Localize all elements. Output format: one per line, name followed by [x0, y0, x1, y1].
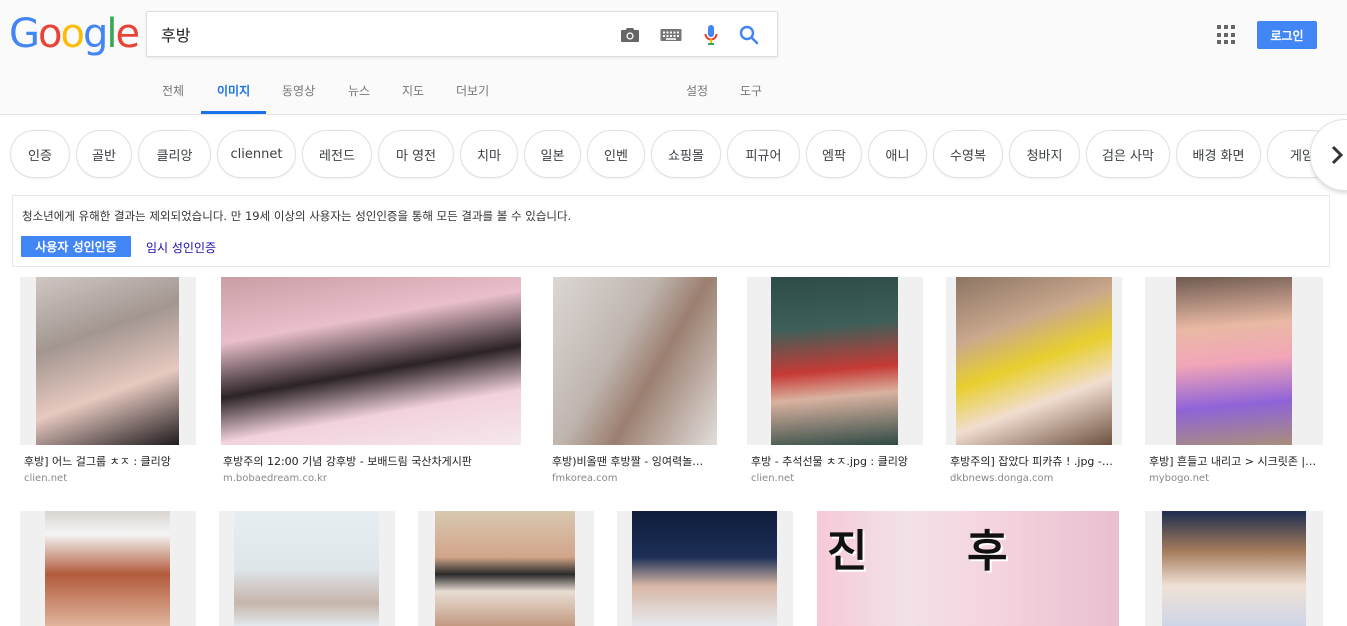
tab-all[interactable]: 전체 [162, 82, 184, 99]
active-tab-indicator [201, 111, 266, 114]
image-result[interactable] [617, 511, 793, 626]
result-thumbnail[interactable] [221, 277, 521, 445]
result-thumbnail[interactable] [36, 277, 179, 445]
result-thumbnail[interactable] [632, 511, 777, 626]
chevron-right-icon [1331, 145, 1343, 165]
chip[interactable]: 골반 [76, 130, 132, 178]
chip[interactable]: 청바지 [1009, 130, 1080, 178]
image-result[interactable] [219, 511, 395, 626]
tab-videos[interactable]: 동영상 [282, 82, 315, 99]
logo-letter: e [115, 11, 140, 57]
search-box [146, 11, 778, 57]
apps-grid-icon[interactable] [1217, 25, 1237, 45]
result-caption[interactable]: 후방] 어느 걸그룹 ㅊㅈ : 클리앙 [24, 453, 199, 469]
thumbnail-text: 진 [827, 526, 868, 577]
safesearch-notice: 청소년에게 유해한 결과는 제외되었습니다. 만 19세 이상의 사용자는 성인… [12, 195, 1330, 267]
notice-text: 청소년에게 유해한 결과는 제외되었습니다. 만 19세 이상의 사용자는 성인… [22, 209, 572, 223]
chip[interactable]: 쇼핑몰 [651, 130, 721, 178]
chip[interactable]: 검은 사막 [1086, 130, 1170, 178]
result-thumbnail[interactable] [771, 277, 898, 445]
chip[interactable]: 치마 [460, 130, 518, 178]
login-button[interactable]: 로그인 [1257, 21, 1317, 49]
tab-images[interactable]: 이미지 [217, 82, 250, 99]
result-caption[interactable]: 후방 - 추석선물 ㅊㅈ.jpg : 클리앙 [751, 453, 926, 469]
image-result[interactable]: 진 후 [817, 511, 1119, 626]
chip[interactable]: cliennet [217, 130, 296, 178]
logo-letter: l [106, 11, 117, 57]
thumbnail-text: 후 [967, 526, 1008, 577]
result-caption[interactable]: 후방)비올땐 후방짤 - 잉여력놀… [552, 453, 722, 469]
logo-letter: o [60, 11, 85, 57]
tab-settings[interactable]: 설정 [686, 82, 708, 99]
image-result[interactable] [1145, 511, 1323, 626]
chip[interactable]: 레전드 [302, 130, 372, 178]
microphone-icon[interactable] [699, 23, 723, 47]
search-input[interactable] [161, 22, 601, 46]
header-bar: Google 로그인 전체 이미지 동영상 뉴스 지도 더보기 설정 도구 [0, 0, 1347, 115]
result-source: dkbnews.donga.com [950, 473, 1054, 484]
chip[interactable]: 엠팍 [806, 130, 862, 178]
result-thumbnail[interactable] [553, 277, 717, 445]
camera-icon[interactable] [618, 23, 642, 47]
google-logo[interactable]: Google [9, 11, 140, 57]
result-caption[interactable]: 후방주의] 잡았다 피카츄 ! .jpg -… [950, 453, 1120, 469]
result-caption[interactable]: 후방주의 12:00 기념 강후방 - 보배드림 국산차게시판 [223, 453, 523, 469]
chip[interactable]: 일본 [524, 130, 581, 178]
logo-letter: o [38, 11, 63, 57]
result-source: fmkorea.com [552, 473, 618, 484]
chip[interactable]: 클리앙 [138, 130, 211, 178]
tab-tools[interactable]: 도구 [740, 82, 762, 99]
result-thumbnail[interactable] [956, 277, 1112, 445]
chip[interactable]: 애니 [868, 130, 927, 178]
chip[interactable]: 마 영전 [378, 130, 454, 178]
adult-verify-button[interactable]: 사용자 성인인증 [21, 236, 131, 257]
temp-verify-link[interactable]: 임시 성인인증 [146, 239, 216, 256]
keyboard-icon[interactable] [659, 23, 683, 47]
chip[interactable]: 배경 화면 [1176, 130, 1261, 178]
result-source: mybogo.net [1149, 473, 1210, 484]
result-thumbnail[interactable] [1176, 277, 1292, 445]
chip[interactable]: 인증 [10, 130, 70, 178]
tab-more[interactable]: 더보기 [456, 82, 489, 99]
image-result[interactable] [418, 511, 594, 626]
chip[interactable]: 수영복 [933, 130, 1003, 178]
logo-letter: g [82, 11, 108, 57]
result-thumbnail[interactable] [435, 511, 575, 626]
tab-news[interactable]: 뉴스 [348, 82, 370, 99]
chip[interactable]: 피규어 [727, 130, 800, 178]
image-result[interactable] [20, 511, 196, 626]
result-source: m.bobaedream.co.kr [223, 473, 327, 484]
chip[interactable]: 인벤 [587, 130, 645, 178]
logo-letter: G [9, 11, 40, 57]
search-icon[interactable] [737, 23, 761, 47]
result-thumbnail[interactable] [234, 511, 379, 626]
result-source: clien.net [24, 473, 68, 484]
result-thumbnail[interactable] [45, 511, 170, 626]
result-caption[interactable]: 후방] 흔들고 내리고 > 시크릿존 |… [1149, 453, 1321, 469]
result-thumbnail[interactable] [1162, 511, 1306, 626]
tab-maps[interactable]: 지도 [402, 82, 424, 99]
result-source: clien.net [751, 473, 795, 484]
related-search-chips: 인증 골반 클리앙 cliennet 레전드 마 영전 치마 일본 인벤 쇼핑몰… [0, 130, 1347, 180]
